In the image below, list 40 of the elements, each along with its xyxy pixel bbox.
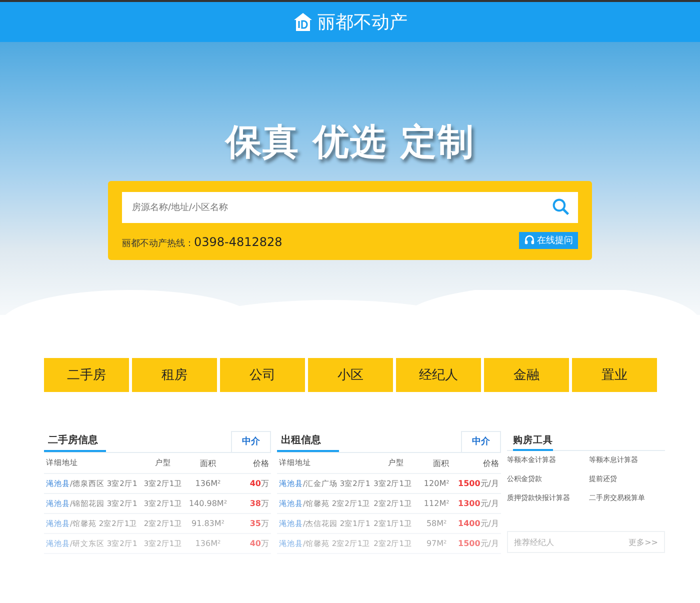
agency-tab[interactable]: 中介 xyxy=(231,431,271,452)
nav-button[interactable]: 公司 xyxy=(220,358,305,392)
column-header: 面积 xyxy=(432,458,450,468)
area-cell-text: 91.83M² xyxy=(190,519,226,528)
price-cell: 1500元/月 xyxy=(458,478,499,489)
house-logo-icon xyxy=(292,12,312,32)
nav-button[interactable]: 小区 xyxy=(308,358,393,392)
search-icon[interactable] xyxy=(552,198,570,216)
search-field[interactable]: 房源名称/地址/小区名称 xyxy=(122,192,578,223)
panel-title: 出租信息 xyxy=(277,433,339,452)
price-cell-text: 38万 xyxy=(248,498,269,509)
nav-button[interactable]: 二手房 xyxy=(44,358,129,392)
panel-title: 购房工具 xyxy=(513,435,553,451)
agents-title: 推荐经纪人 xyxy=(514,536,554,548)
hotline-text: 丽都不动产热线：0398-4812828 xyxy=(122,234,282,250)
nav-button[interactable]: 经纪人 xyxy=(396,358,481,392)
nav-button[interactable]: 金融 xyxy=(484,358,569,392)
column-header: 价格 xyxy=(482,458,499,468)
area-cell-text: 58M² xyxy=(425,519,448,528)
area-cell-text: 136M² xyxy=(194,479,222,488)
area-cell-text: 136M² xyxy=(194,539,222,548)
area-cell-text: 120M² xyxy=(422,479,450,488)
price-cell: 1500元/月 xyxy=(458,538,499,549)
column-header: 面积 xyxy=(199,458,217,468)
price-cell: 1400元/月 xyxy=(458,518,499,529)
price-cell-text: 40万 xyxy=(248,538,269,549)
site-logo-text: 丽都不动产 xyxy=(318,11,408,34)
area-cell-text: 140.98M² xyxy=(188,499,228,508)
price-cell-text: 35万 xyxy=(248,518,269,529)
slogan-heading: 保真 优选 定制 xyxy=(225,121,475,165)
nav-button[interactable]: 租房 xyxy=(132,358,217,392)
price-cell: 1300元/月 xyxy=(458,498,499,509)
headset-icon xyxy=(524,235,535,246)
nav-button[interactable]: 置业 xyxy=(572,358,657,392)
panel-title: 二手房信息 xyxy=(44,433,106,452)
area-cell-text: 112M² xyxy=(422,499,450,508)
area-cell-text: 97M² xyxy=(425,539,448,548)
column-header: 价格 xyxy=(252,458,269,468)
agency-tab[interactable]: 中介 xyxy=(461,431,501,452)
price-cell-text: 40万 xyxy=(248,478,269,489)
